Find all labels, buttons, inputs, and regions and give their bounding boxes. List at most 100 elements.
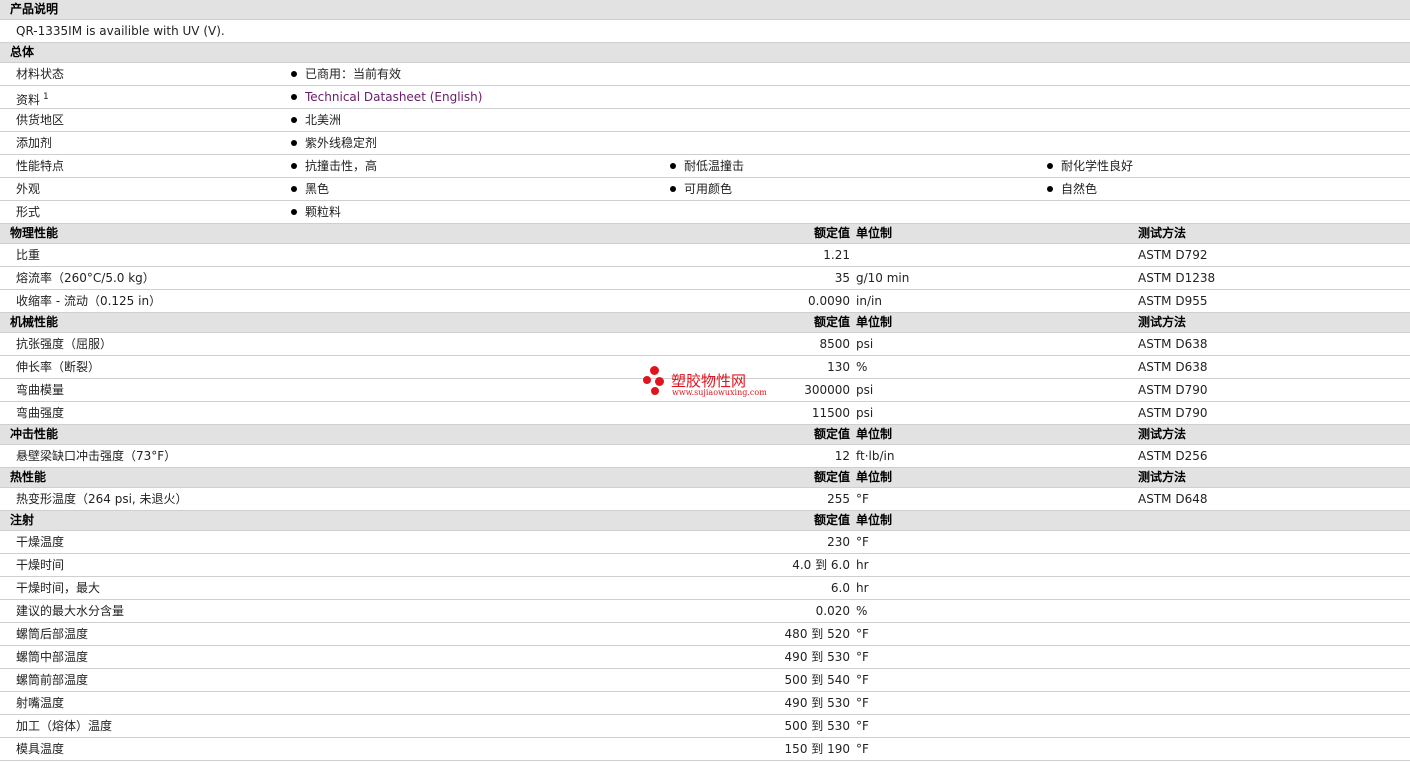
property-label-text: 形式: [16, 205, 41, 219]
section-header-description: 产品说明: [0, 0, 1410, 20]
property-label: 干燥时间，最大: [16, 581, 101, 595]
property-value: 12: [834, 449, 850, 463]
property-value: 490 到 530: [784, 696, 850, 710]
property-label: 材料状态: [16, 63, 64, 85]
property-row: 螺筒后部温度 480 到 520 °F: [0, 623, 1410, 646]
bullet-icon: [291, 93, 297, 100]
property-unit: hr: [856, 581, 869, 595]
property-row: 螺筒前部温度 500 到 540 °F: [0, 669, 1410, 692]
bullet-item: 紫外线稳定剂: [291, 132, 377, 154]
property-label: 干燥时间: [16, 558, 65, 572]
bullet-item: 耐化学性良好: [1047, 155, 1133, 177]
property-label: 加工（熔体）温度: [16, 719, 113, 733]
bullet-icon: [291, 162, 297, 169]
property-row: 建议的最大水分含量 0.020%: [0, 600, 1410, 623]
test-method: ASTM D648: [1138, 492, 1208, 506]
property-label: 弯曲模量: [16, 383, 65, 397]
property-value: 230: [827, 535, 850, 549]
description-row: QR-1335IM is availible with UV (V).: [0, 20, 1410, 43]
column-header-unit: 单位制: [856, 226, 893, 240]
property-value: 490 到 530: [784, 650, 850, 664]
footnote-marker: 1: [43, 92, 49, 102]
property-row: 收缩率 - 流动（0.125 in） 0.0090 in/in ASTM D955: [0, 290, 1410, 313]
property-label-text: 材料状态: [16, 67, 65, 81]
bullet-icon: [291, 139, 297, 146]
property-label: 形式: [16, 201, 40, 223]
property-label: 悬壁梁缺口冲击强度（73°F）: [16, 449, 177, 463]
column-header-unit: 单位制: [856, 470, 893, 484]
column-header-value: 额定值: [813, 470, 850, 484]
property-label: 螺筒前部温度: [16, 673, 89, 687]
column-header-test: 测试方法: [1138, 226, 1187, 240]
bullet-item: 黑色: [291, 178, 329, 200]
property-label: 供货地区: [16, 109, 64, 131]
property-unit: °F: [856, 627, 869, 641]
property-unit: psi: [856, 383, 874, 397]
bullet-item: 已商用：当前有效: [291, 63, 401, 85]
bullet-text: 自然色: [1061, 182, 1098, 196]
general-row: 供货地区 北美洲: [0, 109, 1410, 132]
property-label: 性能特点: [16, 155, 64, 177]
property-unit: °F: [856, 535, 869, 549]
bullet-item[interactable]: Technical Datasheet (English): [291, 86, 482, 108]
test-method: ASTM D792: [1138, 248, 1208, 262]
property-value: 500 到 530: [784, 719, 850, 733]
section-header: 注射 额定值 单位制: [0, 511, 1410, 531]
property-row: 射嘴温度 490 到 530 °F: [0, 692, 1410, 715]
bullet-icon: [1047, 185, 1053, 192]
property-value: 1.21: [823, 248, 850, 262]
property-label: 热变形温度（264 psi, 未退火）: [16, 492, 188, 506]
section-header: 冲击性能 额定值 单位制 测试方法: [0, 425, 1410, 445]
bullet-icon: [670, 162, 676, 169]
watermark-url: www.sujiaowuxing.com: [672, 388, 767, 397]
description-text: QR-1335IM is availible with UV (V).: [16, 24, 225, 38]
property-row: 干燥时间 4.0 到 6.0 hr: [0, 554, 1410, 577]
section-title: 冲击性能: [10, 427, 59, 441]
column-header-value: 额定值: [813, 226, 850, 240]
property-label: 干燥温度: [16, 535, 65, 549]
test-method: ASTM D1238: [1138, 271, 1216, 285]
section-header-general: 总体: [0, 43, 1410, 63]
property-label: 收缩率 - 流动（0.125 in）: [16, 294, 162, 308]
property-unit: °F: [856, 696, 869, 710]
property-label-text: 资料: [16, 93, 41, 107]
bullet-item: 颗粒料: [291, 201, 341, 223]
property-unit: psi: [856, 337, 874, 351]
datasheet-link[interactable]: Technical Datasheet (English): [305, 90, 482, 104]
property-label: 添加剂: [16, 132, 52, 154]
property-value: 8500: [819, 337, 850, 351]
section-title: 热性能: [10, 470, 47, 484]
bullet-item: 可用颜色: [670, 178, 732, 200]
section-header: 物理性能 额定值 单位制 测试方法: [0, 224, 1410, 244]
property-row: 模具温度 150 到 190 °F: [0, 738, 1410, 761]
property-row: 比重 1.21 ASTM D792: [0, 244, 1410, 267]
test-method: ASTM D790: [1138, 406, 1208, 420]
property-label: 抗张强度（屈服）: [16, 337, 113, 351]
property-label: 射嘴温度: [16, 696, 65, 710]
column-header-unit: 单位制: [856, 427, 893, 441]
bullet-text: 可用颜色: [684, 182, 733, 196]
section-header: 机械性能 额定值 单位制 测试方法: [0, 313, 1410, 333]
property-label: 资料 1: [16, 86, 49, 111]
property-value: 0.020: [815, 604, 850, 618]
bullet-text: 已商用：当前有效: [305, 67, 402, 81]
column-header-test: 测试方法: [1138, 427, 1187, 441]
property-value: 6.0: [830, 581, 850, 595]
property-value: 4.0 到 6.0: [792, 558, 850, 572]
test-method: ASTM D638: [1138, 360, 1208, 374]
property-label-text: 添加剂: [16, 136, 53, 150]
bullet-item: 北美洲: [291, 109, 341, 131]
property-row: 热变形温度（264 psi, 未退火） 255 °F ASTM D648: [0, 488, 1410, 511]
test-method: ASTM D790: [1138, 383, 1208, 397]
property-value: 35: [834, 271, 850, 285]
property-unit: °F: [856, 673, 869, 687]
bullet-icon: [291, 116, 297, 123]
test-method: ASTM D638: [1138, 337, 1208, 351]
column-header-test: 测试方法: [1138, 315, 1187, 329]
general-row: 形式 颗粒料: [0, 201, 1410, 224]
property-unit: ft·lb/in: [856, 449, 895, 463]
property-unit: °F: [856, 650, 869, 664]
property-label: 外观: [16, 178, 40, 200]
property-label-text: 供货地区: [16, 113, 65, 127]
property-unit: hr: [856, 558, 869, 572]
